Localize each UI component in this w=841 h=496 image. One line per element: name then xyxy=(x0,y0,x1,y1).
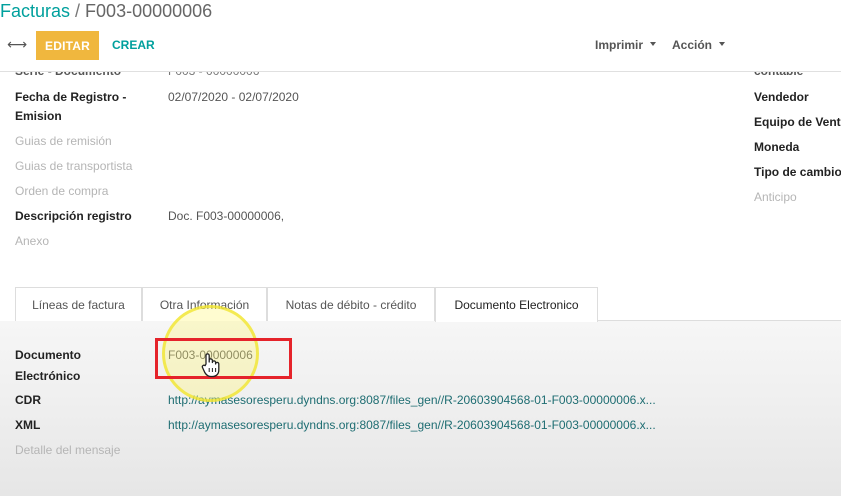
field-label-emision: Emision xyxy=(15,109,62,123)
field-label-xml: XML xyxy=(15,418,41,432)
notebook-tabs: Líneas de factura Otra Información Notas… xyxy=(15,287,841,322)
chevron-down-icon xyxy=(719,41,726,46)
print-dropdown-label: Imprimir xyxy=(595,38,644,52)
edit-button[interactable]: EDITAR xyxy=(36,31,99,60)
control-panel: Facturas / F003-00000006 ⟷ EDITAR CREAR Im… xyxy=(0,0,841,72)
form-sheet: Serie - Documento F003 - 00000006 Fecha … xyxy=(0,72,841,496)
field-value-fecha-registro: 02/07/2020 - 02/07/2020 xyxy=(168,90,299,104)
breadcrumb: Facturas / F003-00000006 xyxy=(0,1,212,22)
field-label-serie-documento: Serie - Documento xyxy=(15,72,121,81)
action-dropdown-label: Acción xyxy=(672,38,713,52)
field-label-guias-remision: Guias de remisión xyxy=(15,134,112,148)
field-label-cdr: CDR xyxy=(15,393,41,407)
field-label-anexo: Anexo xyxy=(15,234,50,248)
field-label-fecha-registro: Fecha de Registro - xyxy=(15,90,127,104)
annotation-red-box xyxy=(155,338,292,379)
create-button[interactable]: CREAR xyxy=(112,38,155,52)
cdr-link[interactable]: http://aymasesoresperu.dyndns.org:8087/f… xyxy=(168,390,656,410)
field-value-serie-documento: F003 - 00000006 xyxy=(168,72,259,81)
xml-link[interactable]: http://aymasesoresperu.dyndns.org:8087/f… xyxy=(168,415,656,435)
field-label-orden-compra: Orden de compra xyxy=(15,184,109,198)
field-label-documento: Documento xyxy=(15,348,81,362)
breadcrumb-current: F003-00000006 xyxy=(85,1,213,21)
field-label-equipo-ventas: Equipo de Vent xyxy=(754,115,841,129)
action-dropdown[interactable]: Acción xyxy=(672,38,726,52)
field-label-anticipo: Anticipo xyxy=(754,190,797,204)
chevron-down-icon xyxy=(650,41,657,46)
breadcrumb-separator: / xyxy=(75,1,81,21)
breadcrumb-facturas-link[interactable]: Facturas xyxy=(0,1,70,21)
tab-lineas-factura[interactable]: Líneas de factura xyxy=(15,287,142,321)
expand-toggle-icon[interactable]: ⟷ xyxy=(7,36,27,53)
field-label-moneda: Moneda xyxy=(754,140,800,154)
field-label-tipo-cambio: Tipo de cambio xyxy=(754,165,841,179)
hand-cursor-icon xyxy=(201,353,220,378)
field-label-vendedor: Vendedor xyxy=(754,90,809,104)
field-label-guias-transportista: Guias de transportista xyxy=(15,159,133,173)
tab-notas-debito-credito[interactable]: Notas de débito - crédito xyxy=(267,287,435,321)
field-label-descripcion-registro: Descripción registro xyxy=(15,209,132,223)
field-label-electronico: Electrónico xyxy=(15,369,81,383)
print-dropdown[interactable]: Imprimir xyxy=(595,38,657,52)
field-value-descripcion-registro: Doc. F003-00000006, xyxy=(168,209,285,223)
tab-documento-electronico[interactable]: Documento Electronico xyxy=(435,287,598,322)
field-label-contable: contable xyxy=(754,72,803,81)
field-label-detalle-mensaje: Detalle del mensaje xyxy=(15,443,121,457)
